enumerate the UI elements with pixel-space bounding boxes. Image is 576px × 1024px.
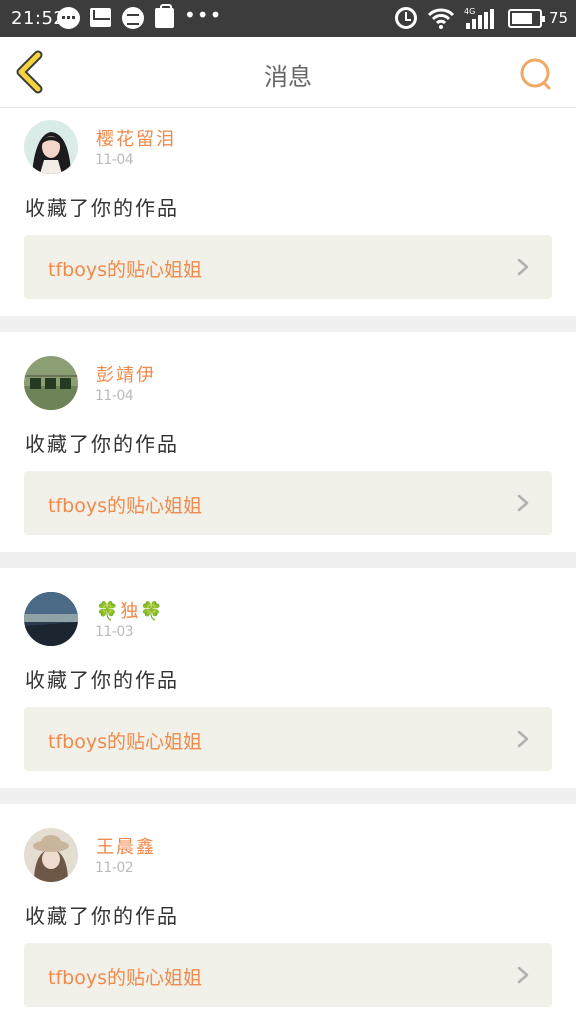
chevron-right-icon <box>517 730 529 748</box>
signal-icon <box>466 9 494 29</box>
action-text: 收藏了你的作品 <box>25 904 179 928</box>
avatar[interactable] <box>24 120 78 174</box>
notification-card: 🍀独🍀 11-03 收藏了你的作品 tfboys的贴心姐姐 <box>0 568 576 776</box>
page-title: 消息 <box>264 63 312 91</box>
work-title: tfboys的贴心姐姐 <box>48 259 202 281</box>
user-name[interactable]: 樱花留泪 <box>96 125 176 151</box>
avatar[interactable] <box>24 356 78 410</box>
separator <box>0 316 576 332</box>
date: 11-04 <box>95 152 134 168</box>
work-link[interactable]: tfboys的贴心姐姐 <box>24 235 552 299</box>
date: 11-03 <box>95 624 134 640</box>
battery-level: 75 <box>549 9 569 27</box>
notification-card: 彭靖伊 11-04 收藏了你的作品 tfboys的贴心姐姐 <box>0 332 576 540</box>
avatar[interactable] <box>24 828 78 882</box>
wifi-icon <box>427 8 455 29</box>
date: 11-02 <box>95 860 134 876</box>
status-bar: 21:52 ••• 4G 75 <box>0 0 576 37</box>
work-link[interactable]: tfboys的贴心姐姐 <box>24 471 552 535</box>
shopping-bag-icon <box>155 4 174 28</box>
work-link[interactable]: tfboys的贴心姐姐 <box>24 943 552 1007</box>
chevron-right-icon <box>517 966 529 984</box>
separator <box>0 788 576 804</box>
notification-card: 王晨鑫 11-02 收藏了你的作品 tfboys的贴心姐姐 <box>0 804 576 1012</box>
user-name[interactable]: 🍀独🍀 <box>96 597 165 623</box>
chevron-right-icon <box>517 258 529 276</box>
search-button[interactable] <box>518 56 554 92</box>
nav-bar: 消息 <box>0 37 576 108</box>
user-name[interactable]: 彭靖伊 <box>96 361 156 387</box>
date: 11-04 <box>95 388 134 404</box>
work-title: tfboys的贴心姐姐 <box>48 495 202 517</box>
search-icon <box>520 58 551 90</box>
separator <box>0 552 576 568</box>
action-text: 收藏了你的作品 <box>25 668 179 692</box>
work-title: tfboys的贴心姐姐 <box>48 731 202 753</box>
more-dots-icon: ••• <box>184 3 223 27</box>
work-title: tfboys的贴心姐姐 <box>48 967 202 989</box>
action-text: 收藏了你的作品 <box>25 196 179 220</box>
chevron-right-icon <box>517 494 529 512</box>
message-icon <box>122 7 144 29</box>
alarm-icon <box>395 7 417 29</box>
chat-bubble-icon <box>57 7 80 29</box>
battery-icon <box>508 9 545 28</box>
action-text: 收藏了你的作品 <box>25 432 179 456</box>
user-name[interactable]: 王晨鑫 <box>96 833 156 859</box>
avatar[interactable] <box>24 592 78 646</box>
work-link[interactable]: tfboys的贴心姐姐 <box>24 707 552 771</box>
notification-card: 樱花留泪 11-04 收藏了你的作品 tfboys的贴心姐姐 <box>0 108 576 316</box>
mail-icon <box>90 8 111 27</box>
